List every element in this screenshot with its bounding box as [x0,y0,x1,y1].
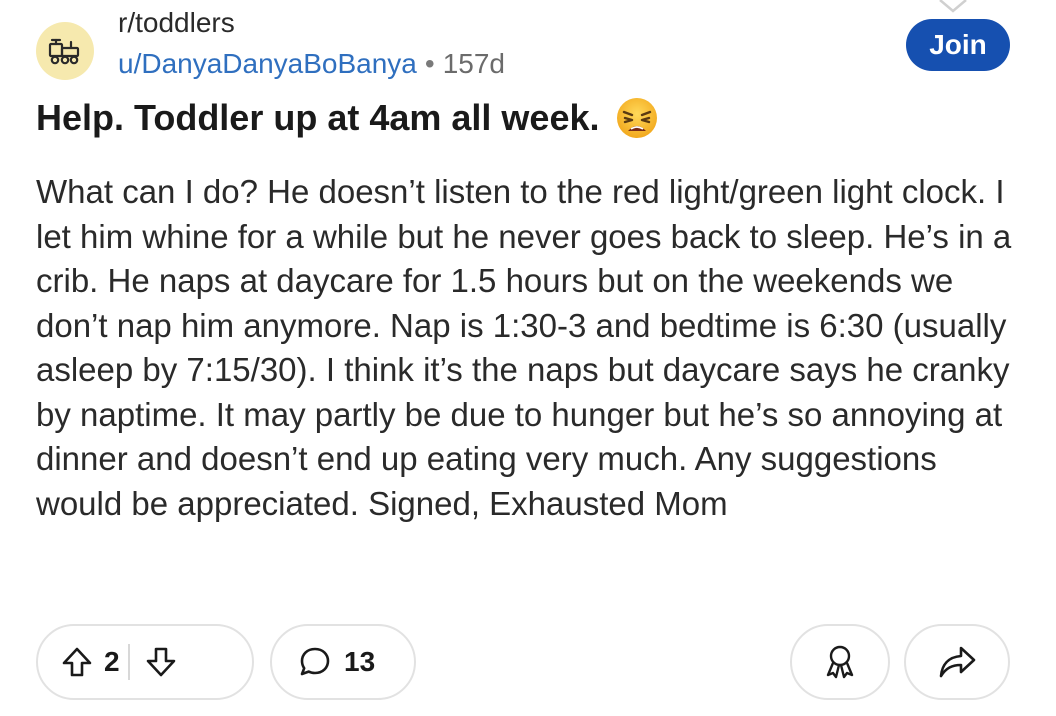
share-arrow-icon [937,644,977,680]
overflow-chevron-icon [939,0,967,13]
upvote-arrow-icon[interactable] [60,645,94,679]
comment-count: 13 [344,646,376,677]
vote-control: 2 [36,624,254,700]
byline-separator: • [424,48,435,79]
post-age: 157d [442,48,505,79]
subreddit-name[interactable]: r/toddlers [118,6,235,40]
vote-count: 2 [104,646,120,677]
toy-train-icon [47,36,83,66]
author-username[interactable]: u/DanyaDanyaBoBanya [118,48,417,79]
post-body: What can I do? He doesn’t listen to the … [36,170,1026,526]
post-title: Help. Toddler up at 4am all week. [36,97,600,138]
award-button[interactable] [790,624,890,700]
comments-button[interactable]: 13 [270,624,416,700]
comment-bubble-icon [298,645,332,679]
post-body-text: What can I do? He doesn’t listen to the … [36,173,1012,522]
downvote-arrow-icon[interactable] [144,645,178,679]
vote-divider [127,644,130,680]
post-header: r/toddlers u/DanyaDanyaBoBanya • 157d Join [36,0,1020,86]
post-title-row: Help. Toddler up at 4am all week. [36,94,1026,142]
subreddit-avatar[interactable] [36,22,94,80]
weary-face-icon [615,96,659,140]
join-button[interactable]: Join [906,19,1010,71]
share-button[interactable] [904,624,1010,700]
post-byline: u/DanyaDanyaBoBanya • 157d [118,46,505,82]
post-action-bar: 2 13 [36,624,1020,702]
award-ribbon-icon [820,642,860,682]
